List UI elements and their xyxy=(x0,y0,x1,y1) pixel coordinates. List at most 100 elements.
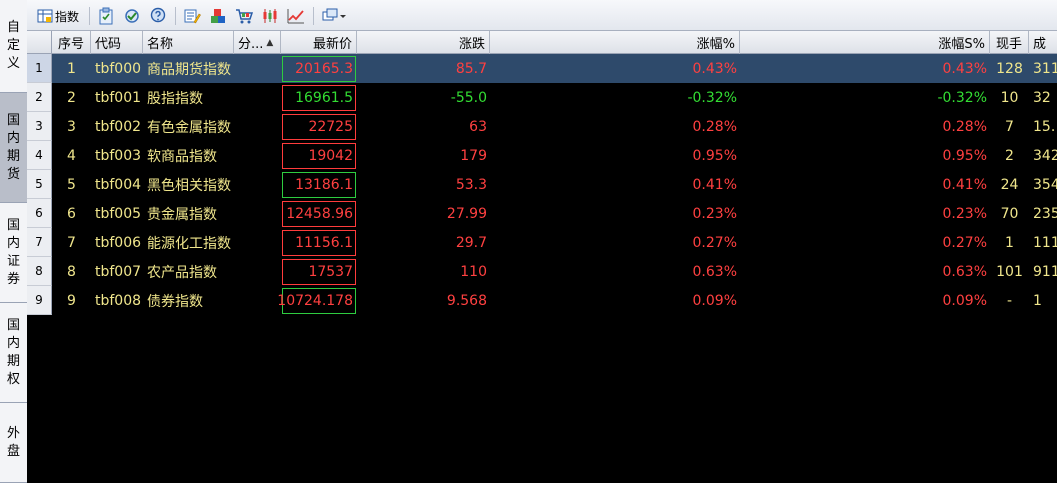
row-number[interactable]: 6 xyxy=(27,199,52,228)
bubble-help-icon[interactable] xyxy=(149,6,167,26)
cell-turnover: 911 xyxy=(1033,263,1057,280)
sort-ascending-icon: ▲ xyxy=(266,37,274,48)
cell-code: tbf001 xyxy=(95,89,142,106)
cell-turnover: 32 xyxy=(1033,89,1051,106)
cell-name: 贵金属指数 xyxy=(147,206,217,223)
cell-last-price: 17537 xyxy=(282,259,356,285)
cell-change-pct: 0.27% xyxy=(692,234,737,251)
row-number[interactable]: 9 xyxy=(27,286,52,315)
column-header-change-pct-s[interactable]: 涨幅S% xyxy=(740,31,990,54)
cell-volume: 10 xyxy=(1000,89,1019,106)
cell-change-pct: 0.23% xyxy=(692,205,737,222)
cell-name: 能源化工指数 xyxy=(147,235,231,252)
cell-last-price: 19042 xyxy=(282,143,356,169)
row-number[interactable]: 8 xyxy=(27,257,52,286)
toolbar-separator xyxy=(175,7,176,25)
table-row[interactable]: 6 tbf005 贵金属指数 12458.96 27.99 0.23% 0.23% 70 235 xyxy=(52,199,1057,228)
cell-code: tbf007 xyxy=(95,263,142,280)
cell-change-pct: 0.95% xyxy=(692,147,737,164)
cell-change-pct: 0.28% xyxy=(692,118,737,135)
side-tab-foreign[interactable]: 外盘 xyxy=(0,403,27,483)
cell-change-pct-s: 0.09% xyxy=(942,292,987,309)
cell-turnover: 1111 xyxy=(1033,234,1057,251)
toolbar: 指数 xyxy=(27,0,1057,31)
column-header-turnover[interactable]: 成 xyxy=(1029,31,1057,54)
cell-last-price: 11156.1 xyxy=(282,230,356,256)
candlestick-icon[interactable] xyxy=(261,6,279,26)
window-dropdown-icon[interactable] xyxy=(321,6,347,26)
column-header-seq[interactable]: 序号 xyxy=(52,31,91,54)
cell-code: tbf008 xyxy=(95,292,142,309)
column-header-name[interactable]: 名称 xyxy=(143,31,234,54)
cell-seq: 9 xyxy=(67,292,76,309)
table-row[interactable]: 5 tbf004 黑色相关指数 13186.1 53.3 0.41% 0.41% 24 354 xyxy=(52,170,1057,199)
cell-change: -55.0 xyxy=(450,89,487,106)
cell-name: 股指指数 xyxy=(147,90,203,107)
cell-name: 黑色相关指数 xyxy=(147,177,231,194)
table-row[interactable]: 7tbf006能源化工指数11156.129.70.27%0.27%11111 xyxy=(52,228,1057,257)
side-tab-custom[interactable]: 自定义 xyxy=(0,0,27,93)
row-number[interactable]: 1 xyxy=(27,54,52,83)
cell-seq: 8 xyxy=(67,263,76,280)
table-header: 序号 代码 名称 分... ▲ 最新价 涨跌 涨幅% 涨幅S% 现手 成 xyxy=(52,31,1057,54)
cell-change-pct: 0.09% xyxy=(692,292,737,309)
column-header-last-price[interactable]: 最新价 xyxy=(281,31,357,54)
cell-code: tbf003 xyxy=(95,147,142,164)
cell-seq: 7 xyxy=(67,234,76,251)
table-row[interactable]: 4 tbf003 软商品指数 19042 179 0.95% 0.95% 2 342 xyxy=(52,141,1057,170)
column-header-category-label: 分... xyxy=(238,37,264,52)
cell-volume: 24 xyxy=(1000,176,1019,193)
row-number[interactable]: 2 xyxy=(27,83,52,112)
index-button[interactable]: 指数 xyxy=(37,6,79,26)
column-header-change[interactable]: 涨跌 xyxy=(357,31,490,54)
cell-change-pct-s: 0.43% xyxy=(942,60,987,77)
cell-turnover: 342 xyxy=(1033,147,1057,164)
side-tab-domestic-options[interactable]: 国内期权 xyxy=(0,303,27,403)
table-row[interactable]: 8 tbf007 农产品指数 17537 110 0.63% 0.63% 101 911 xyxy=(52,257,1057,286)
cell-volume: - xyxy=(1006,292,1013,309)
blocks-icon[interactable] xyxy=(209,6,227,26)
cell-last-price: 22725 xyxy=(282,114,356,140)
row-number[interactable]: 3 xyxy=(27,112,52,141)
quote-table: 123456789 序号 代码 名称 分... ▲ 最新价 涨跌 涨幅% 涨幅S… xyxy=(27,31,1057,483)
cell-change-pct: 0.41% xyxy=(692,176,737,193)
table-row[interactable]: 3 tbf002 有色金属指数 22725 63 0.28% 0.28% 7 15. xyxy=(52,112,1057,141)
row-number[interactable]: 7 xyxy=(27,228,52,257)
cell-name: 债券指数 xyxy=(147,293,203,310)
cell-code: tbf005 xyxy=(95,205,142,222)
row-number[interactable]: 4 xyxy=(27,141,52,170)
cell-code: tbf004 xyxy=(95,176,142,193)
table-row[interactable]: 9 tbf008 债券指数 10724.178 9.568 0.09% 0.09% - 1 xyxy=(52,286,1057,315)
index-button-label: 指数 xyxy=(55,9,80,24)
cell-volume: 70 xyxy=(1000,205,1019,222)
side-tab-domestic-securities[interactable]: 国内证券 xyxy=(0,203,27,303)
table-row[interactable]: 2 tbf001 股指指数 16961.5 -55.0 -0.32% -0.32% 10 32 xyxy=(52,83,1057,112)
cell-change: 110 xyxy=(460,263,487,280)
column-header-change-pct[interactable]: 涨幅% xyxy=(490,31,740,54)
table-body: 1 tbf000 商品期货指数 20165.3 85.7 0.43% 0.43% 128 311… xyxy=(52,54,1057,315)
row-number[interactable]: 5 xyxy=(27,170,52,199)
clipboard-icon[interactable] xyxy=(97,6,115,26)
cart-icon[interactable] xyxy=(235,6,253,26)
row-number-header xyxy=(27,31,52,54)
cell-last-price: 12458.96 xyxy=(282,201,356,227)
side-tab-label: 国内期权 xyxy=(6,317,20,387)
edit-list-icon[interactable] xyxy=(183,6,201,26)
cell-turnover: 235 xyxy=(1033,205,1057,222)
side-tab-domestic-futures[interactable]: 国内期货 xyxy=(0,93,27,203)
gear-check-icon[interactable] xyxy=(123,6,141,26)
column-header-code[interactable]: 代码 xyxy=(91,31,143,54)
cell-volume: 7 xyxy=(1005,118,1014,135)
cell-volume: 2 xyxy=(1005,147,1014,164)
cell-seq: 2 xyxy=(67,89,76,106)
column-header-volume[interactable]: 现手 xyxy=(990,31,1029,54)
table-row[interactable]: 1 tbf000 商品期货指数 20165.3 85.7 0.43% 0.43% 128 311… xyxy=(52,54,1057,83)
side-tab-bar: 自定义 国内期货 国内证券 国内期权 外盘 xyxy=(0,0,27,483)
cell-turnover: 354 xyxy=(1033,176,1057,193)
cell-last-price: 13186.1 xyxy=(282,172,356,198)
cell-change-pct-s: 0.23% xyxy=(942,205,987,222)
cell-change: 53.3 xyxy=(455,176,487,193)
cell-code: tbf000 xyxy=(95,60,142,77)
column-header-category[interactable]: 分... ▲ xyxy=(234,31,281,54)
trend-chart-icon[interactable] xyxy=(287,6,305,26)
